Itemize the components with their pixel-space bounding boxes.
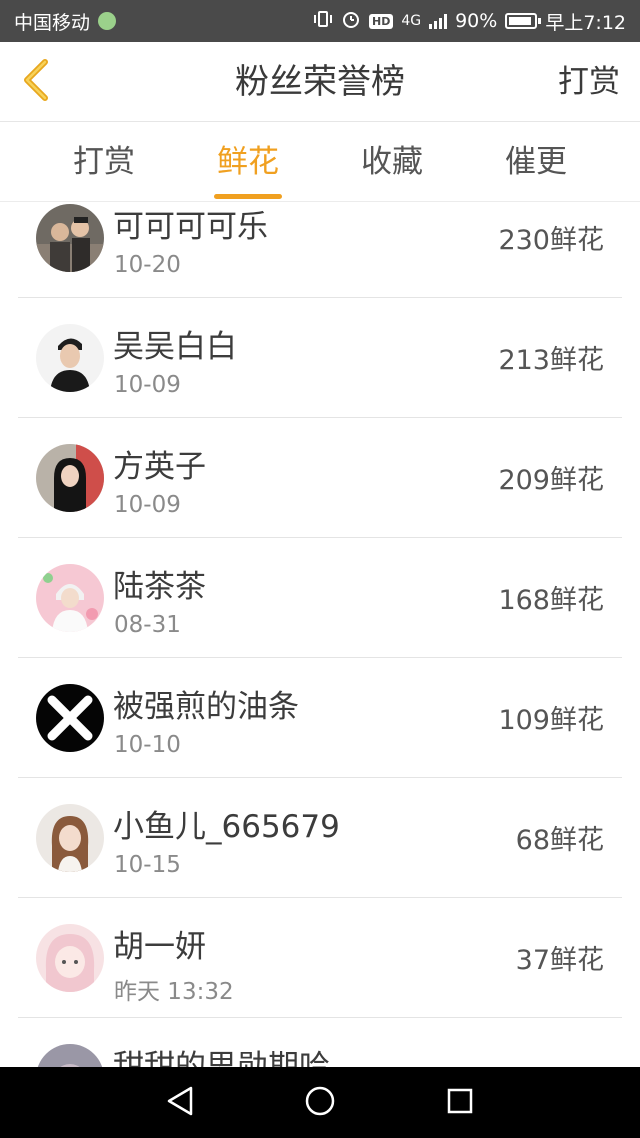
list-item[interactable]: 胡一妍 昨天 13:32 37鲜花 — [18, 898, 622, 1018]
avatar — [36, 324, 104, 392]
reward-button[interactable]: 打赏 — [558, 42, 620, 122]
fan-name: 吴吴白白 — [113, 329, 237, 365]
fan-list[interactable]: 可可可可乐 10-20 230鲜花 吴吴白白 10-09 213鲜花 方英子 1… — [0, 203, 640, 1067]
tab-favorites[interactable]: 收藏 — [327, 122, 457, 201]
carrier-label: 中国移动 — [14, 11, 91, 34]
status-right: HD 4G 90% 早上7:12 — [313, 8, 626, 35]
fan-name: 被强煎的油条 — [113, 689, 299, 725]
tab-bar: 打赏 鲜花 收藏 催更 — [0, 122, 640, 202]
tab-label: 鲜花 — [217, 144, 279, 180]
system-home-button[interactable] — [290, 1073, 350, 1133]
battery-icon — [505, 13, 542, 29]
chevron-left-icon — [21, 58, 51, 106]
fan-date: 10-10 — [114, 732, 181, 758]
fan-list-content: 可可可可乐 10-20 230鲜花 吴吴白白 10-09 213鲜花 方英子 1… — [0, 203, 640, 1067]
network-type-label: 4G — [401, 13, 422, 29]
fan-name: 可可可可乐 — [113, 209, 268, 245]
tab-label: 打赏 — [73, 144, 135, 180]
fan-name: 小鱼儿_665679 — [113, 809, 340, 845]
list-item[interactable]: 吴吴白白 10-09 213鲜花 — [18, 298, 622, 418]
avatar — [36, 1044, 104, 1067]
back-button[interactable] — [14, 56, 58, 108]
tab-reward[interactable]: 打赏 — [39, 122, 169, 201]
fan-date: 10-09 — [114, 492, 181, 518]
tab-flowers[interactable]: 鲜花 — [183, 122, 313, 201]
triangle-back-icon — [165, 1085, 195, 1121]
fan-date: 10-09 — [114, 372, 181, 398]
square-recents-icon — [446, 1087, 474, 1119]
fan-name: 方英子 — [113, 449, 206, 485]
battery-percent-label: 90% — [455, 10, 498, 32]
status-bar: 中国移动 HD 4G 90% 早上7:12 — [0, 0, 640, 42]
tab-urge-update[interactable]: 催更 — [471, 122, 601, 201]
list-item[interactable]: 方英子 10-09 209鲜花 — [18, 418, 622, 538]
app-notification-icon — [98, 12, 117, 30]
list-item[interactable]: 甜甜的思勋期哈 — [18, 1018, 622, 1067]
fan-date: 10-20 — [114, 252, 181, 278]
tab-label: 催更 — [505, 144, 567, 180]
fan-date: 08-31 — [114, 612, 181, 638]
system-nav-bar — [0, 1067, 640, 1138]
avatar — [36, 204, 104, 272]
signal-icon — [429, 13, 448, 29]
avatar — [36, 684, 104, 752]
avatar — [36, 564, 104, 632]
fan-name: 陆茶茶 — [113, 569, 206, 605]
flower-count: 109鲜花 — [498, 705, 604, 736]
avatar — [36, 924, 104, 992]
flower-count: 230鲜花 — [498, 225, 604, 256]
alarm-icon — [341, 9, 361, 34]
fan-name: 甜甜的思勋期哈 — [113, 1049, 330, 1067]
system-recents-button[interactable] — [430, 1073, 490, 1133]
list-item[interactable]: 小鱼儿_665679 10-15 68鲜花 — [18, 778, 622, 898]
active-tab-indicator — [214, 194, 282, 199]
vibrate-icon — [313, 10, 333, 33]
avatar — [36, 804, 104, 872]
flower-count: 68鲜花 — [515, 825, 604, 856]
clock-label: 早上7:12 — [545, 11, 626, 34]
status-left: 中国移动 — [14, 8, 117, 35]
list-item[interactable]: 陆茶茶 08-31 168鲜花 — [18, 538, 622, 658]
avatar — [36, 444, 104, 512]
list-item[interactable]: 可可可可乐 10-20 230鲜花 — [18, 203, 622, 298]
flower-count: 209鲜花 — [498, 465, 604, 496]
hd-badge: HD — [368, 13, 394, 29]
flower-count: 213鲜花 — [498, 345, 604, 376]
flower-count: 168鲜花 — [498, 585, 604, 616]
circle-home-icon — [304, 1085, 336, 1121]
fan-date: 10-15 — [114, 852, 181, 878]
fan-date: 昨天 13:32 — [114, 979, 234, 1005]
page-title: 粉丝荣誉榜 — [235, 62, 405, 102]
fan-name: 胡一妍 — [113, 929, 206, 965]
tab-label: 收藏 — [361, 144, 423, 180]
flower-count: 37鲜花 — [515, 945, 604, 976]
list-item[interactable]: 被强煎的油条 10-10 109鲜花 — [18, 658, 622, 778]
nav-bar: 粉丝荣誉榜 打赏 — [0, 42, 640, 122]
system-back-button[interactable] — [150, 1073, 210, 1133]
